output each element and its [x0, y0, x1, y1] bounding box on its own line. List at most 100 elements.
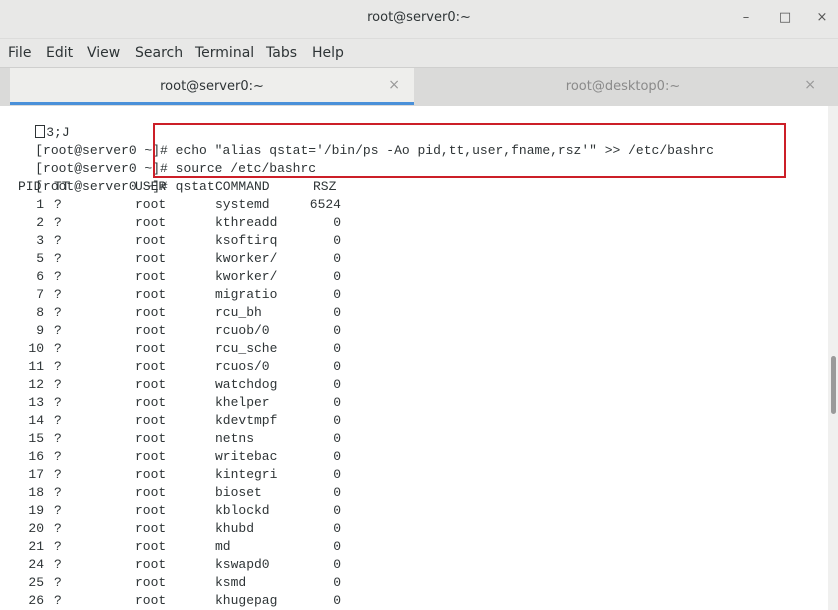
terminal-line: 3;J	[4, 106, 70, 140]
tab-server0[interactable]: root@server0:~ ×	[10, 68, 414, 105]
cell-tt: ?	[54, 215, 62, 230]
tab-bar: root@server0:~ × root@desktop0:~ ×	[0, 67, 838, 107]
table-row: 24? root kswapd0 0	[4, 556, 824, 574]
cell-user: root	[135, 431, 167, 446]
cell-command: khugepag	[215, 593, 278, 608]
tab-close-icon[interactable]: ×	[804, 77, 816, 93]
menu-view[interactable]: View	[87, 45, 120, 61]
menu-tabs[interactable]: Tabs	[266, 45, 297, 61]
menu-edit[interactable]: Edit	[46, 45, 73, 61]
table-row: 11? root rcuos/0 0	[4, 358, 824, 376]
cell-command: ksmd	[215, 575, 247, 590]
tab-desktop0[interactable]: root@desktop0:~ ×	[416, 68, 830, 105]
table-row: 9? root rcuob/0 0	[4, 322, 824, 340]
cell-command: kworker/	[215, 269, 278, 284]
cell-tt: ?	[54, 395, 62, 410]
cell-pid: 26	[28, 593, 44, 608]
cell-pid: 25	[28, 575, 44, 590]
cell-pid: 3	[36, 233, 44, 248]
cell-tt: ?	[54, 305, 62, 320]
terminal-scrollbar[interactable]	[828, 106, 838, 610]
table-row: 21? root md 0	[4, 538, 824, 556]
table-row: 7? root migratio 0	[4, 286, 824, 304]
cell-user: root	[135, 233, 167, 248]
cell-pid: 14	[28, 413, 44, 428]
minimize-icon[interactable]: –	[737, 9, 755, 27]
cell-rsz: 0	[333, 395, 341, 410]
table-row: 12? root watchdog 0	[4, 376, 824, 394]
cell-rsz: 0	[333, 431, 341, 446]
cell-command: systemd	[215, 197, 270, 212]
cell-rsz: 0	[333, 503, 341, 518]
cell-pid: 17	[28, 467, 44, 482]
table-row: 8? root rcu_bh 0	[4, 304, 824, 322]
cell-command: migratio	[215, 287, 278, 302]
cell-command: watchdog	[215, 377, 278, 392]
cell-tt: ?	[54, 377, 62, 392]
cell-tt: ?	[54, 449, 62, 464]
table-row: 16? root writebac 0	[4, 448, 824, 466]
table-row: 3? root ksoftirq 0	[4, 232, 824, 250]
cell-command: kworker/	[215, 251, 278, 266]
table-row: 13? root khelper 0	[4, 394, 824, 412]
cell-command: rcuos/0	[215, 359, 270, 374]
terminal-line: [root@server0 ~]# echo "alias qstat='/bi…	[4, 124, 714, 158]
table-row: 14? root kdevtmpf 0	[4, 412, 824, 430]
cell-command: rcuob/0	[215, 323, 270, 338]
cell-user: root	[135, 269, 167, 284]
cell-pid: 8	[36, 305, 44, 320]
cell-user: root	[135, 377, 167, 392]
cell-command: kswapd0	[215, 557, 270, 572]
cell-tt: ?	[54, 323, 62, 338]
cell-user: root	[135, 215, 167, 230]
maximize-icon[interactable]: □	[776, 9, 794, 27]
cell-command: rcu_bh	[215, 305, 262, 320]
close-icon[interactable]: ×	[813, 9, 831, 27]
window-titlebar[interactable]: root@server0:~ – □ ×	[0, 0, 838, 39]
cell-user: root	[135, 449, 167, 464]
cell-rsz: 0	[333, 215, 341, 230]
cell-user: root	[135, 485, 167, 500]
menu-help[interactable]: Help	[312, 45, 344, 61]
cell-rsz: 0	[333, 269, 341, 284]
cell-rsz: 0	[333, 467, 341, 482]
terminal-output[interactable]: 3;J [root@server0 ~]# echo "alias qstat=…	[0, 106, 828, 610]
cell-rsz: 6524	[309, 197, 341, 212]
cell-command: md	[215, 539, 231, 554]
cell-user: root	[135, 521, 167, 536]
cell-command: kdevtmpf	[215, 413, 278, 428]
cell-user: root	[135, 197, 167, 212]
table-row: 6? root kworker/0	[4, 268, 824, 286]
cell-command: ksoftirq	[215, 233, 278, 248]
cell-tt: ?	[54, 503, 62, 518]
menu-file[interactable]: File	[8, 45, 31, 61]
cell-command: khubd	[215, 521, 255, 536]
cell-tt: ?	[54, 341, 62, 356]
cell-pid: 18	[28, 485, 44, 500]
cell-pid: 15	[28, 431, 44, 446]
cell-rsz: 0	[333, 323, 341, 338]
cell-user: root	[135, 359, 167, 374]
cell-tt: ?	[54, 413, 62, 428]
header-user: USER	[135, 179, 167, 194]
cell-rsz: 0	[333, 485, 341, 500]
cell-tt: ?	[54, 359, 62, 374]
cell-rsz: 0	[333, 593, 341, 608]
scrollbar-thumb[interactable]	[831, 356, 836, 414]
table-row: 18? root bioset 0	[4, 484, 824, 502]
cell-user: root	[135, 557, 167, 572]
cell-user: root	[135, 395, 167, 410]
cell-rsz: 0	[333, 359, 341, 374]
menu-search[interactable]: Search	[135, 45, 183, 61]
header-pid: PID	[18, 179, 42, 194]
terminal-line: [root@server0 ~]# qstat	[4, 160, 214, 194]
menu-bar: File Edit View Search Terminal Tabs Help	[0, 39, 838, 67]
cell-pid: 21	[28, 539, 44, 554]
window-title: root@server0:~	[367, 10, 471, 25]
tab-close-icon[interactable]: ×	[388, 77, 400, 93]
cell-tt: ?	[54, 539, 62, 554]
cell-user: root	[135, 539, 167, 554]
menu-terminal[interactable]: Terminal	[195, 45, 254, 61]
cell-user: root	[135, 323, 167, 338]
cell-tt: ?	[54, 269, 62, 284]
